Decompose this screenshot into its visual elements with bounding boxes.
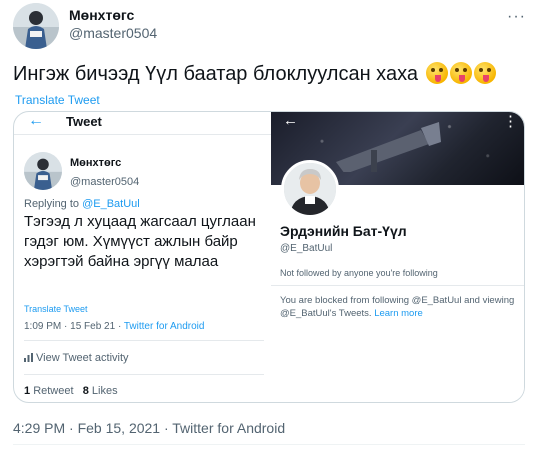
reply-tweet-text: Тэгээд л хуцаад жагсаал цуглаан гэдэг юм… bbox=[24, 213, 256, 270]
tweet-text: Ингэж бичээд Үүл баатар блоклуулсан хаха bbox=[13, 62, 496, 86]
tweet-page-title: Tweet bbox=[66, 114, 102, 129]
like-count: 8 bbox=[82, 385, 89, 397]
retweet-label: Retweet bbox=[33, 385, 74, 397]
screenshot-tweet-panel: ← Tweet Мөнхтөгс @master0504 Replying to… bbox=[14, 112, 271, 402]
author-avatar[interactable] bbox=[13, 3, 59, 49]
replying-to: Replying to @E_BatUul bbox=[24, 198, 140, 210]
profile-handle: @E_BatUul bbox=[280, 243, 333, 254]
bar-chart-icon bbox=[24, 353, 33, 362]
author-avatar bbox=[24, 152, 62, 190]
squinting-face-with-tongue-icon bbox=[425, 62, 448, 84]
telescope-image bbox=[336, 122, 441, 172]
view-tweet-activity: View Tweet activity bbox=[24, 352, 129, 364]
author-name: Мөнхтөгс bbox=[70, 157, 122, 169]
learn-more-link: Learn more bbox=[374, 308, 423, 319]
screenshot-profile-panel: ← ⋮ Эрдэнийн Бат-Үүл @E_BatUul Not follo… bbox=[271, 112, 524, 402]
author-avatar-image bbox=[13, 3, 59, 49]
divider bbox=[13, 444, 525, 445]
squinting-face-with-tongue-icon bbox=[449, 62, 472, 84]
profile-avatar-image bbox=[284, 163, 336, 215]
divider bbox=[24, 340, 264, 341]
more-vertical-icon: ⋮ bbox=[503, 113, 518, 130]
more-options-button[interactable]: ··· bbox=[507, 8, 526, 26]
tweet-timestamp[interactable]: 4:29 PM · Feb 15, 2021 · Twitter for And… bbox=[13, 420, 285, 436]
view-tweet-activity-label: View Tweet activity bbox=[36, 352, 129, 364]
author-name[interactable]: Мөнхтөгс bbox=[69, 7, 134, 23]
profile-name: Эрдэнийн Бат-Үүл bbox=[280, 223, 407, 239]
blocked-notice: You are blocked from following @E_BatUul… bbox=[280, 294, 520, 320]
embedded-screenshot[interactable]: ← Tweet Мөнхтөгс @master0504 Replying to… bbox=[13, 111, 525, 403]
author-avatar-image bbox=[24, 152, 62, 190]
translate-tweet-link[interactable]: Translate Tweet bbox=[15, 93, 100, 107]
replying-to-handle: @E_BatUul bbox=[82, 198, 140, 210]
tweet-stats: 1 Retweet 8 Likes bbox=[24, 385, 118, 397]
author-handle: @master0504 bbox=[70, 176, 140, 188]
tweet-text-content: Ингэж бичээд Үүл баатар блоклуулсан хаха bbox=[13, 63, 418, 85]
divider bbox=[14, 134, 271, 135]
tweet-source: Twitter for Android bbox=[123, 321, 205, 332]
tweet-time: 1:09 PM · 15 Feb 21 · bbox=[24, 321, 124, 332]
squinting-face-with-tongue-icon bbox=[473, 62, 496, 84]
translate-tweet-link: Translate Tweet bbox=[24, 304, 88, 314]
divider bbox=[271, 285, 524, 286]
profile-avatar bbox=[281, 160, 339, 218]
retweet-count: 1 bbox=[24, 385, 31, 397]
author-handle[interactable]: @master0504 bbox=[69, 25, 157, 41]
back-arrow-icon: ← bbox=[283, 112, 298, 129]
back-arrow-icon: ← bbox=[28, 112, 44, 129]
divider bbox=[24, 374, 264, 375]
replying-to-label: Replying to bbox=[24, 198, 83, 210]
like-label: Likes bbox=[91, 385, 118, 397]
tweet-timestamp: 1:09 PM · 15 Feb 21 · Twitter for Androi… bbox=[24, 321, 204, 332]
follow-status: Not followed by anyone you're following bbox=[280, 268, 438, 278]
